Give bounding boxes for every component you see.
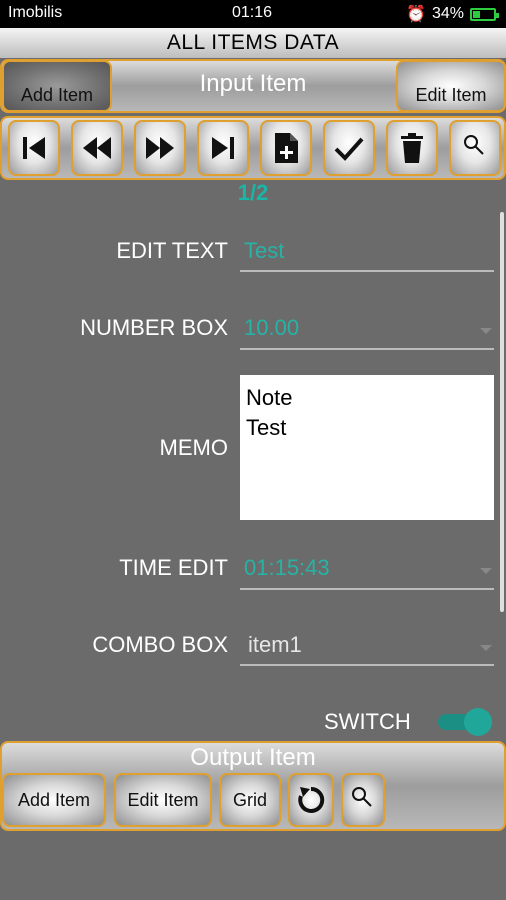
new-document-icon <box>275 133 298 163</box>
time-edit-label: TIME EDIT <box>119 555 228 580</box>
scrollbar[interactable] <box>500 212 504 612</box>
memo-line: Note <box>246 385 293 410</box>
refresh-icon <box>298 786 325 813</box>
combo-box-dropdown-icon[interactable] <box>480 645 492 651</box>
page-title: ALL ITEMS DATA <box>0 28 506 58</box>
add-item-button[interactable]: Add Item <box>2 60 112 112</box>
delete-button[interactable] <box>386 120 438 176</box>
confirm-button[interactable] <box>323 120 375 176</box>
time-edit-dropdown-icon[interactable] <box>480 568 492 574</box>
refresh-button[interactable] <box>288 773 334 827</box>
grid-button[interactable]: Grid <box>219 773 281 827</box>
number-box-dropdown-icon[interactable] <box>480 328 492 334</box>
combo-box-field[interactable]: item1 <box>248 632 302 658</box>
battery-percent: 34% <box>431 5 464 22</box>
memo-textarea[interactable]: Note Test <box>240 375 494 520</box>
next-record-button[interactable] <box>134 120 186 176</box>
combo-box-underline <box>240 664 494 666</box>
first-record-icon <box>23 137 45 159</box>
memo-line: Test <box>246 415 287 440</box>
status-right: ⏰ 34% <box>406 4 499 24</box>
status-bar: Imobilis 01:16 ⏰ 34% <box>0 0 506 28</box>
first-record-button[interactable] <box>8 120 60 176</box>
number-box-underline <box>240 348 494 350</box>
page-indicator: 1/2 <box>237 180 269 205</box>
edit-text-label: EDIT TEXT <box>116 238 228 263</box>
output-edit-item-button[interactable]: Edit Item <box>114 773 212 827</box>
edit-text-underline <box>240 270 494 272</box>
new-record-button[interactable] <box>260 120 312 176</box>
output-search-button[interactable] <box>341 773 385 827</box>
last-record-button[interactable] <box>197 120 249 176</box>
combo-box-label: COMBO BOX <box>92 632 228 657</box>
carrier-name: Imobilis <box>8 4 63 21</box>
number-box-label: NUMBER BOX <box>80 315 228 340</box>
last-record-icon <box>212 137 234 159</box>
checkmark-icon <box>334 137 364 161</box>
battery-icon <box>470 7 499 21</box>
clock: 01:16 <box>232 4 273 21</box>
trash-icon <box>401 133 423 163</box>
time-edit-field[interactable]: 01:15:43 <box>244 555 330 581</box>
switch-label: SWITCH <box>324 709 411 734</box>
battery-fill <box>473 10 480 18</box>
next-record-icon <box>146 137 174 159</box>
number-box-field[interactable]: 10.00 <box>244 315 299 341</box>
previous-record-button[interactable] <box>71 120 123 176</box>
edit-item-button[interactable]: Edit Item <box>396 60 506 112</box>
switch-knob[interactable] <box>464 708 492 736</box>
search-button[interactable] <box>449 120 501 176</box>
output-add-item-button[interactable]: Add Item <box>2 773 106 827</box>
search-icon <box>464 135 484 155</box>
input-item-label: Input Item <box>199 70 307 97</box>
alarm-icon: ⏰ <box>406 6 426 23</box>
memo-label: MEMO <box>159 435 228 460</box>
output-item-label: Output Item <box>190 744 316 771</box>
previous-record-icon <box>83 137 111 159</box>
time-edit-underline <box>240 588 494 590</box>
search-icon <box>352 787 372 807</box>
edit-text-field[interactable]: Test <box>244 238 284 264</box>
